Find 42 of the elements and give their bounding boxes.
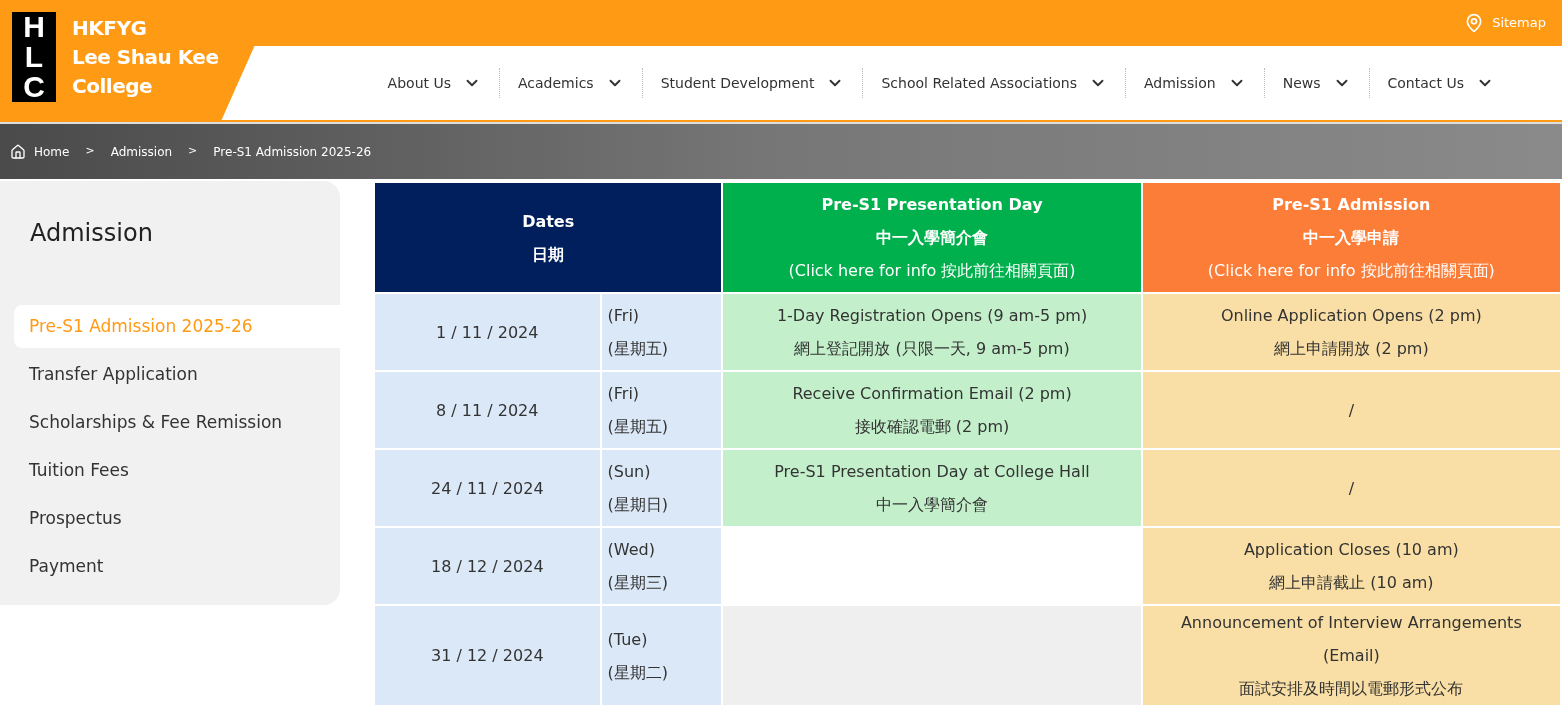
weekday-cell: (Wed) (星期三) [600,527,723,605]
date-cell: 24 / 11 / 2024 [374,449,601,527]
college-name: College [72,73,154,100]
date-cell: 31 / 12 / 2024 [374,605,601,706]
sidebar-title: Admission [29,218,154,249]
nav-menu-item[interactable]: About Us [369,72,499,94]
admission-cell: Online Application Opens (2 pm) 網上申請開放 (2 pm) [1141,293,1561,371]
breadcrumb-link[interactable]: Pre-S1 Admission 2025-26 [213,142,372,161]
weekday-cell: (Fri) (星期五) [600,293,723,371]
nav-menu-item[interactable]: Contact Us [1369,72,1512,94]
sidebar-item[interactable]: Tuition Fees [14,449,340,492]
nav-menu-item[interactable]: Admission [1126,72,1264,94]
presentation-cell: 1-Day Registration Opens (9 am-5 pm) 網上登記開放 (只限一天, 9 am-5 pm) [722,293,1142,371]
college-name: HKFYG [72,15,148,42]
weekday-cell: (Sun) (星期日) [600,449,723,527]
sidebar-item[interactable]: Payment [14,545,340,588]
presentation-cell: Receive Confirmation Email (2 pm) 接收確認電郵 (2 pm) [722,371,1142,449]
home-icon [10,143,26,160]
breadcrumb-link[interactable]: Home [10,142,70,161]
college-name: Lee Shau Kee [72,44,219,71]
breadcrumb-separator: > [85,143,95,160]
breadcrumb-separator: > [188,143,198,160]
date-cell: 8 / 11 / 2024 [374,371,601,449]
admission-cell: Announcement of Interview Arrangements (Email) 面試安排及時間以電郵形式公布 [1141,605,1561,706]
sidebar-item[interactable]: Scholarships & Fee Remission [14,401,340,444]
column-header: Dates 日期 [374,182,723,293]
admission-cell: Application Closes (10 am) 網上申請截止 (10 am) [1141,527,1561,605]
breadcrumb-link[interactable]: Admission [110,142,173,161]
college-logo: H L C [12,12,56,102]
date-cell: 1 / 11 / 2024 [374,293,601,371]
admission-cell: / [1141,371,1561,449]
presentation-cell: Pre-S1 Presentation Day at College Hall 中一入學簡介會 [722,449,1142,527]
sidebar-item[interactable]: Prospectus [14,497,340,540]
nav-menu-item[interactable]: School Related Associations [863,72,1125,94]
nav-menu-item[interactable]: News [1264,72,1369,94]
nav-menu-item[interactable]: Student Development [642,72,863,94]
sidebar-item[interactable]: Transfer Application [14,353,340,396]
weekday-cell: (Fri) (星期五) [600,371,723,449]
admission-cell: / [1141,449,1561,527]
nav-menu-item[interactable]: Academics [500,72,642,94]
weekday-cell: (Tue) (星期二) [600,605,723,706]
date-cell: 18 / 12 / 2024 [374,527,601,605]
